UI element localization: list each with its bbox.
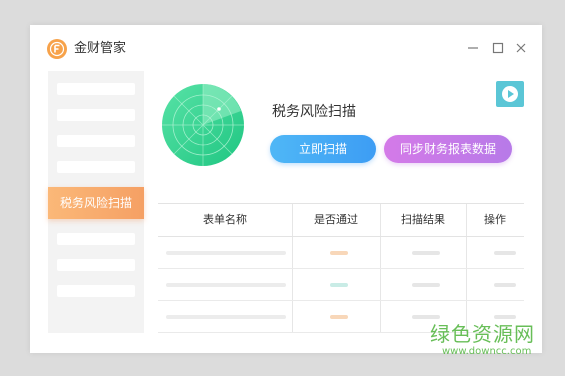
app-logo-icon	[47, 39, 67, 59]
watermark-name: 绿色资源网	[430, 322, 535, 346]
form-name-placeholder	[166, 315, 286, 319]
sidebar-item[interactable]	[57, 285, 135, 297]
table-header: 表单名称 是否通过 扫描结果 操作	[158, 203, 524, 237]
page-title: 税务风险扫描	[272, 104, 356, 120]
sidebar-item[interactable]	[57, 161, 135, 173]
column-header-form-name: 表单名称	[203, 213, 247, 226]
status-indicator	[330, 283, 348, 287]
watermark-url: www.downcc.com	[442, 346, 532, 357]
column-header-actions: 操作	[484, 213, 506, 226]
scan-result-placeholder	[412, 251, 440, 255]
table-row[interactable]	[158, 269, 524, 301]
sidebar-item[interactable]	[57, 233, 135, 245]
scan-result-placeholder	[412, 315, 440, 319]
sync-financial-data-button[interactable]: 同步财务报表数据	[384, 135, 512, 163]
radar-icon	[161, 83, 245, 167]
sidebar-item[interactable]	[57, 83, 135, 95]
watermark: 绿色资源网 www.downcc.com	[430, 322, 550, 358]
scan-result-placeholder	[412, 283, 440, 287]
sidebar-item[interactable]	[57, 135, 135, 147]
sidebar-item[interactable]	[57, 109, 135, 121]
form-name-placeholder	[166, 283, 286, 287]
action-placeholder[interactable]	[494, 315, 516, 319]
column-header-scan-result: 扫描结果	[401, 213, 445, 226]
title-bar: 金财管家	[30, 25, 542, 71]
maximize-icon[interactable]	[491, 41, 505, 55]
column-header-passed: 是否通过	[314, 213, 358, 226]
minimize-icon[interactable]	[466, 41, 480, 55]
close-icon[interactable]	[514, 41, 528, 55]
scan-results-table: 表单名称 是否通过 扫描结果 操作	[158, 203, 524, 333]
main-panel: 税务风险扫描 立即扫描 同步财务报表数据 表单名称 是否通过 扫描结果 操作	[144, 71, 542, 333]
video-play-button[interactable]	[496, 81, 524, 107]
scan-now-button[interactable]: 立即扫描	[270, 135, 376, 163]
app-title: 金财管家	[74, 41, 127, 56]
action-placeholder[interactable]	[494, 251, 516, 255]
form-name-placeholder	[166, 251, 286, 255]
sidebar: 税务风险扫描	[48, 71, 144, 333]
status-indicator	[330, 251, 348, 255]
app-window: 金财管家 税务风险扫描 税务风险扫描 立即扫描 同步财务报表数据 表单名称 是否…	[30, 25, 542, 353]
play-icon	[502, 86, 518, 102]
sidebar-item[interactable]	[57, 259, 135, 271]
table-row[interactable]	[158, 237, 524, 269]
status-indicator	[330, 315, 348, 319]
action-placeholder[interactable]	[494, 283, 516, 287]
sidebar-item-tax-risk-scan[interactable]: 税务风险扫描	[48, 187, 144, 219]
